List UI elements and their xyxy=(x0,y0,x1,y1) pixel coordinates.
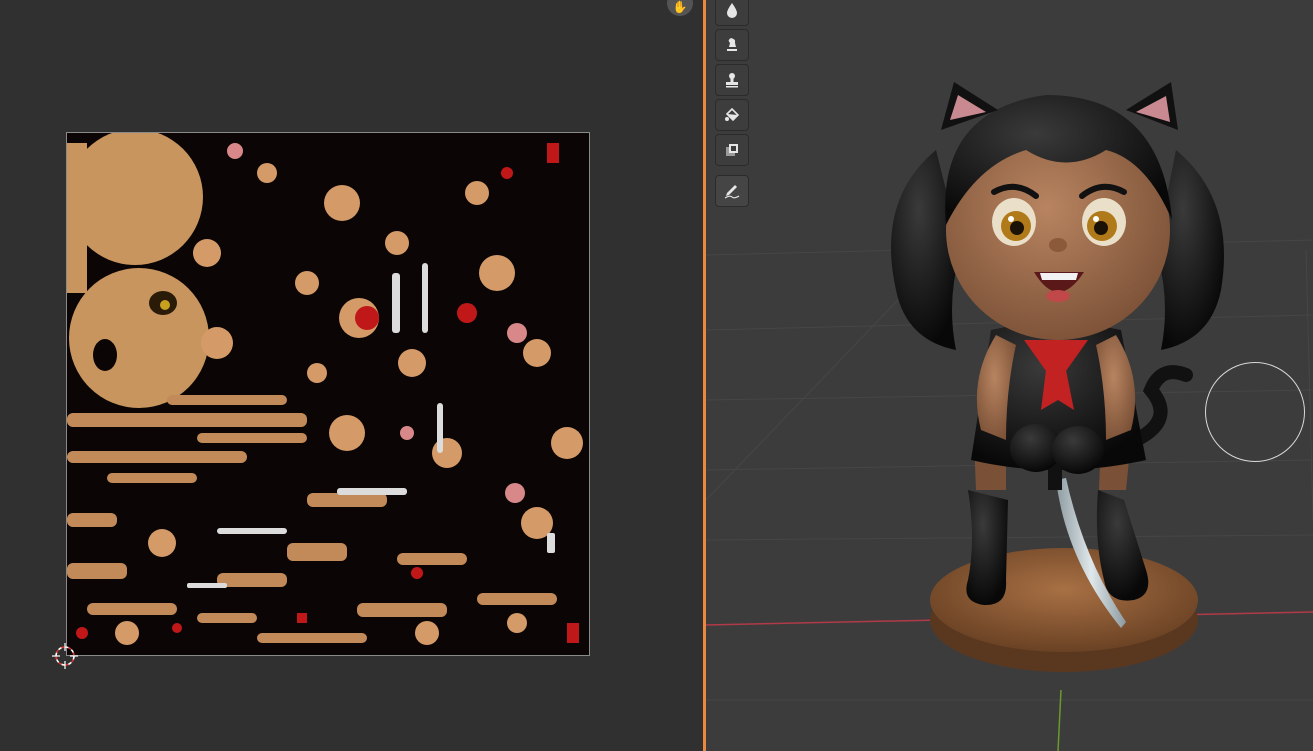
mask-icon xyxy=(726,144,738,156)
soften-tool[interactable] xyxy=(715,29,749,61)
mask-tool[interactable] xyxy=(715,134,749,166)
smear-icon xyxy=(727,38,737,51)
texture-canvas xyxy=(67,133,589,655)
uv-texture-image[interactable] xyxy=(66,132,590,656)
view-navigation-gizmo[interactable] xyxy=(1205,362,1305,462)
bucket-icon xyxy=(725,107,740,122)
hand-icon: ✋ xyxy=(672,0,688,14)
3d-viewport[interactable] xyxy=(706,0,1313,751)
tool-shelf xyxy=(715,0,751,210)
drop-icon xyxy=(727,3,737,18)
draw-tool[interactable] xyxy=(715,0,749,26)
cursor-2d-icon[interactable] xyxy=(52,643,78,669)
uv-image-editor[interactable]: ✋ xyxy=(0,0,703,751)
clone-tool[interactable] xyxy=(715,64,749,96)
pan-view-button[interactable]: ✋ xyxy=(667,0,693,16)
stamp-icon xyxy=(726,73,738,88)
annotate-tool[interactable] xyxy=(715,175,749,207)
fill-tool[interactable] xyxy=(715,99,749,131)
pencil-icon xyxy=(724,185,740,199)
y-axis-line xyxy=(1057,689,1062,751)
